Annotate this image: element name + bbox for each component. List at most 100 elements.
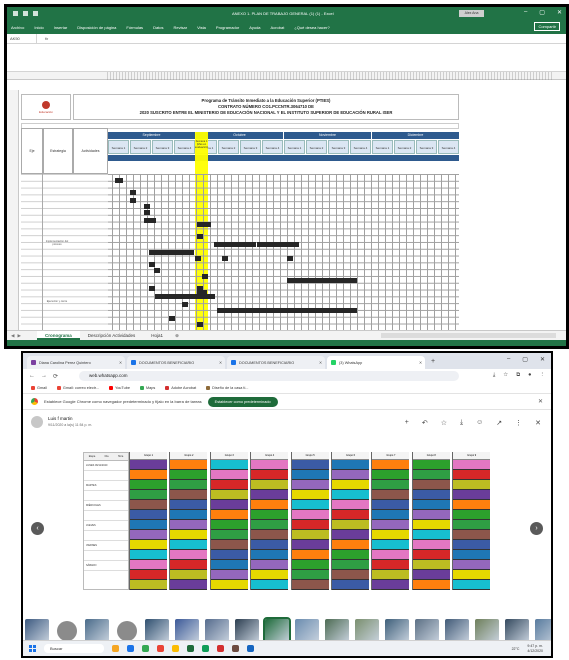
- taskbar-app-icon[interactable]: [112, 645, 119, 652]
- redo-icon[interactable]: [33, 11, 38, 16]
- taskbar-app-icon[interactable]: [142, 645, 149, 652]
- ribbon-tab-4[interactable]: Fórmulas: [126, 25, 143, 30]
- bookmark-item[interactable]: YouTube: [109, 386, 130, 390]
- document-thumbnail[interactable]: [57, 621, 77, 641]
- sheet-tab-descripcion[interactable]: Descripción Actividades: [80, 331, 144, 340]
- maximize-icon[interactable]: ▢: [539, 9, 545, 16]
- ribbon-tab-6[interactable]: Revisar: [174, 25, 188, 30]
- minimize-icon[interactable]: –: [524, 9, 527, 16]
- close-icon[interactable]: ✕: [538, 398, 543, 405]
- taskbar-app-icon[interactable]: [172, 645, 179, 652]
- schedule-cell: [332, 570, 369, 580]
- ribbon-tab-9[interactable]: Ayuda: [249, 25, 260, 30]
- bookmark-item[interactable]: Gmail: correo electr...: [56, 386, 99, 390]
- browser-tab[interactable]: Diana Carolina Perez Quintero ✕: [27, 356, 125, 369]
- tab-close-icon[interactable]: ✕: [219, 360, 222, 365]
- sheet-tab-cronograma[interactable]: Cronograma: [37, 331, 80, 340]
- star-icon[interactable]: ☆: [441, 419, 447, 427]
- weather-readout[interactable]: 22°C: [512, 647, 520, 651]
- header-eje: Eje: [21, 128, 43, 174]
- ribbon-tab-11[interactable]: ¿Qué desea hacer?: [294, 25, 329, 30]
- column-headers[interactable]: [7, 72, 566, 80]
- close-icon[interactable]: ✕: [540, 356, 545, 363]
- forward-icon[interactable]: ↗: [496, 419, 502, 427]
- ribbon-tab-3[interactable]: Disposición de página: [77, 25, 116, 30]
- taskbar-app-icon[interactable]: [157, 645, 164, 652]
- sheet-tab-hoja1[interactable]: Hoja1: [143, 331, 171, 340]
- name-box[interactable]: AK50: [7, 34, 37, 43]
- ribbon-tab-1[interactable]: Inicio: [34, 25, 43, 30]
- close-icon[interactable]: ✕: [535, 419, 541, 427]
- taskbar-app-icon[interactable]: [187, 645, 194, 652]
- download-icon[interactable]: ⤓: [460, 419, 463, 427]
- ribbon-tab-0[interactable]: Archivo: [11, 25, 24, 30]
- save-icon[interactable]: [13, 11, 18, 16]
- bookmarks-bar: Gmail Gmail: correo electr... YouTube Maps A…: [23, 383, 551, 394]
- emoji-icon[interactable]: ☺: [476, 419, 483, 427]
- taskbar-app-icon[interactable]: [127, 645, 134, 652]
- row-headers[interactable]: [7, 90, 19, 330]
- avatar[interactable]: [31, 416, 43, 428]
- bookmark-item[interactable]: Diseño de la casa ti...: [206, 386, 248, 390]
- schedule-cell: [291, 560, 329, 570]
- extensions-icon[interactable]: ⧉: [516, 372, 520, 379]
- worksheet-grid[interactable]: Educación Programa de Tránsito Inmediato…: [7, 90, 566, 330]
- back-icon[interactable]: ←: [29, 373, 35, 379]
- browser-tab[interactable]: (3) WhatsApp ✕: [327, 356, 425, 369]
- forward-icon[interactable]: →: [41, 373, 47, 379]
- more-icon[interactable]: ⋮: [515, 419, 522, 427]
- bookmark-item[interactable]: Maps: [139, 386, 155, 390]
- tab-close-icon[interactable]: ✕: [319, 360, 322, 365]
- set-default-button[interactable]: Establecer como predeterminado: [207, 396, 278, 407]
- download-icon[interactable]: ⤓: [493, 372, 495, 379]
- windows-taskbar: Buscar 22°C 9:47 p. m. 4/12/2020: [23, 640, 551, 656]
- whatsapp-media-viewer: Luis f martin 9/11/2020 a la(s) 11:54 p.…: [23, 410, 551, 656]
- gantt-bar: [169, 316, 175, 321]
- previous-image-button[interactable]: ‹: [31, 522, 44, 535]
- browser-tab[interactable]: DOCUMENTOS BENEFICIARIO ✕: [127, 356, 225, 369]
- shared-image[interactable]: Etapa Día Hora LUNES 09/11/2020 MARTES MIÉRC…: [83, 452, 493, 590]
- schedule-cell: [170, 470, 208, 480]
- horizontal-scrollbar[interactable]: [381, 333, 556, 338]
- taskbar-app-icon[interactable]: [202, 645, 209, 652]
- reload-icon[interactable]: ⟳: [53, 373, 58, 380]
- ribbon-tab-2[interactable]: Insertar: [54, 25, 68, 30]
- taskbar-search[interactable]: Buscar: [44, 644, 104, 653]
- taskbar-app-icon[interactable]: [232, 645, 239, 652]
- gantt-bar: [150, 218, 156, 223]
- menu-icon[interactable]: ⋮: [540, 372, 546, 379]
- taskbar-app-icon[interactable]: [217, 645, 224, 652]
- reply-icon[interactable]: ↶: [422, 419, 428, 427]
- user-badge[interactable]: Alex Ana: [459, 10, 484, 17]
- document-thumbnail[interactable]: [117, 621, 137, 641]
- maximize-icon[interactable]: ▢: [522, 356, 528, 363]
- windows-start-icon[interactable]: [29, 645, 36, 652]
- ribbon-tab-8[interactable]: Programador: [216, 25, 239, 30]
- close-icon[interactable]: ✕: [557, 9, 562, 16]
- profile-icon[interactable]: ●: [528, 372, 531, 379]
- ribbon-tab-7[interactable]: Vista: [197, 25, 206, 30]
- ribbon-tab-5[interactable]: Datos: [153, 25, 163, 30]
- formula-input-area[interactable]: [7, 44, 566, 72]
- bookmark-item[interactable]: Adobe Acrobat: [165, 386, 196, 390]
- clock-date[interactable]: 4/12/2020: [527, 649, 543, 654]
- add-sheet-button[interactable]: ⊕: [175, 333, 179, 339]
- schedule-cell: [372, 560, 410, 570]
- url-field[interactable]: web.whatsapp.com: [79, 371, 459, 381]
- bookmark-item[interactable]: Gmail: [31, 386, 47, 390]
- ribbon-tab-10[interactable]: Acrobat: [271, 25, 285, 30]
- browser-tab-strip: Diana Carolina Perez Quintero ✕ DOCUMENTOS…: [23, 353, 551, 369]
- fx-icon[interactable]: fx: [37, 36, 48, 41]
- undo-icon[interactable]: [23, 11, 28, 16]
- taskbar-app-icon[interactable]: [247, 645, 254, 652]
- tab-close-icon[interactable]: ✕: [419, 360, 422, 365]
- sheet-nav-arrows[interactable]: ◀▶: [7, 333, 37, 339]
- add-icon[interactable]: +: [405, 419, 409, 427]
- minimize-icon[interactable]: –: [507, 356, 510, 363]
- next-image-button[interactable]: ›: [530, 522, 543, 535]
- new-tab-button[interactable]: +: [427, 356, 439, 369]
- star-icon[interactable]: ☆: [503, 372, 508, 379]
- tab-close-icon[interactable]: ✕: [119, 360, 122, 365]
- browser-tab[interactable]: DOCUMENTOS BENEFICIARIO ✕: [227, 356, 325, 369]
- share-button[interactable]: Compartir: [534, 22, 560, 31]
